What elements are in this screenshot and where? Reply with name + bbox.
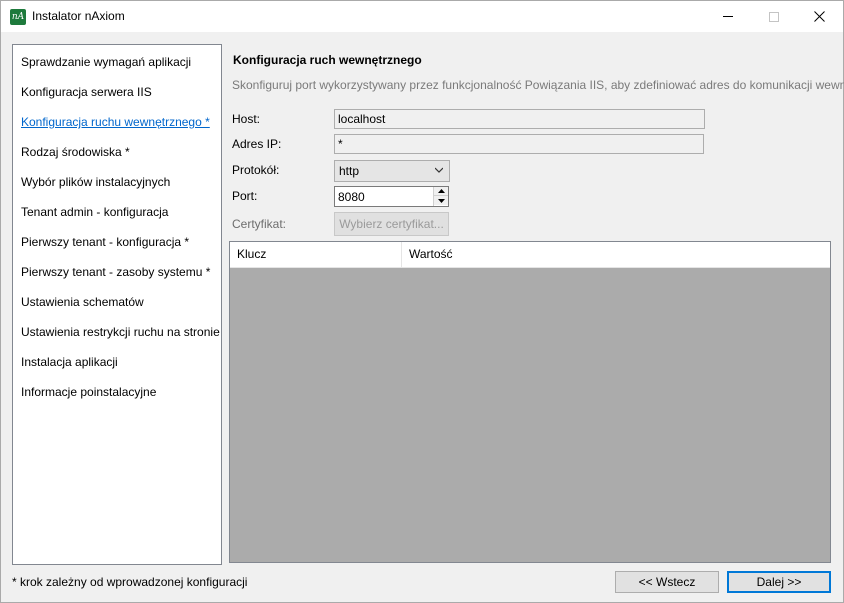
port-spinner — [433, 187, 448, 206]
certificate-label: Certyfikat: — [232, 217, 287, 231]
column-header-key[interactable]: Klucz — [230, 242, 402, 268]
select-certificate-button[interactable]: Wybierz certyfikat... — [334, 212, 449, 236]
caret-down-icon — [437, 198, 445, 203]
port-label: Port: — [232, 189, 258, 203]
grid-header: Klucz Wartość — [230, 242, 830, 268]
app-logo-icon: nA — [10, 9, 26, 25]
spin-up-button[interactable] — [434, 187, 448, 196]
steps-sidebar: Sprawdzanie wymagań aplikacji Konfigurac… — [12, 44, 222, 565]
page-description: Skonfiguruj port wykorzystywany przez fu… — [232, 78, 844, 92]
maximize-button[interactable] — [751, 1, 796, 32]
ip-field[interactable]: * — [334, 134, 704, 154]
page-title: Konfiguracja ruch wewnętrznego — [233, 53, 422, 67]
title-bar: nA Instalator nAxiom — [1, 1, 843, 32]
sidebar-item-first-tenant-resources[interactable]: Pierwszy tenant - zasoby systemu * — [21, 265, 210, 279]
sidebar-item-post-install-info[interactable]: Informacje poinstalacyjne — [21, 385, 156, 399]
port-value: 8080 — [338, 190, 365, 204]
maximize-icon — [768, 11, 779, 22]
protocol-value: http — [339, 164, 360, 178]
window-title: Instalator nAxiom — [32, 9, 125, 23]
sidebar-item-installation-files[interactable]: Wybór plików instalacyjnych — [21, 175, 170, 189]
sidebar-item-app-installation[interactable]: Instalacja aplikacji — [21, 355, 118, 369]
host-label: Host: — [232, 112, 261, 126]
back-button[interactable]: << Wstecz — [615, 571, 719, 593]
installer-window: nA Instalator nAxiom Sprawdzanie wymagań… — [0, 0, 844, 603]
sidebar-item-requirements[interactable]: Sprawdzanie wymagań aplikacji — [21, 55, 191, 69]
ip-label: Adres IP: — [232, 137, 282, 151]
protocol-label: Protokół: — [232, 163, 280, 177]
chevron-down-icon — [435, 167, 443, 173]
minimize-icon — [722, 16, 733, 17]
sidebar-item-traffic-restrictions[interactable]: Ustawienia restrykcji ruchu na stronie — [21, 325, 220, 339]
spin-down-button[interactable] — [434, 196, 448, 205]
sidebar-item-schema-settings[interactable]: Ustawienia schematów — [21, 295, 144, 309]
sidebar-item-internal-traffic[interactable]: Konfiguracja ruchu wewnętrznego * — [21, 115, 210, 129]
minimize-button[interactable] — [705, 1, 750, 32]
close-icon — [814, 11, 825, 22]
close-button[interactable] — [797, 1, 842, 32]
key-value-grid[interactable]: Klucz Wartość — [229, 241, 831, 563]
sidebar-item-tenant-admin[interactable]: Tenant admin - konfiguracja — [21, 205, 168, 219]
sidebar-item-iis-config[interactable]: Konfiguracja serwera IIS — [21, 85, 152, 99]
protocol-select[interactable]: http — [334, 160, 450, 182]
port-stepper[interactable]: 8080 — [334, 186, 449, 207]
column-header-value[interactable]: Wartość — [402, 242, 830, 268]
host-field[interactable]: localhost — [334, 109, 705, 129]
sidebar-item-environment-type[interactable]: Rodzaj środowiska * — [21, 145, 130, 159]
next-button[interactable]: Dalej >> — [727, 571, 831, 593]
sidebar-item-first-tenant-config[interactable]: Pierwszy tenant - konfiguracja * — [21, 235, 189, 249]
caret-up-icon — [437, 189, 445, 193]
footnote: * krok zależny od wprowadzonej konfigura… — [12, 575, 248, 589]
